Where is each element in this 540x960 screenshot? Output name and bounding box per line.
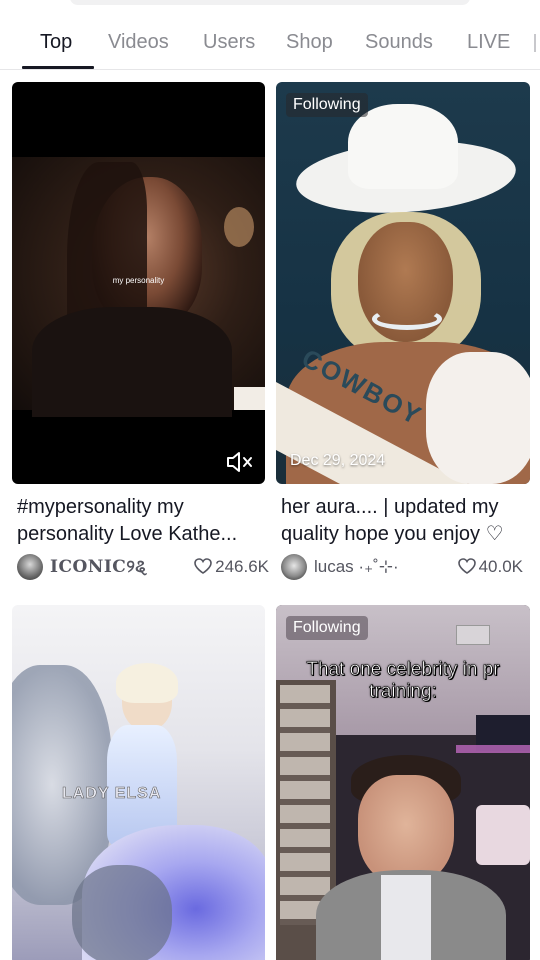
video-meta-1: ICONIC୨ୡ 246.6K <box>17 554 269 582</box>
caption-text: Love Kathe... <box>119 523 238 545</box>
tab-sounds[interactable]: Sounds <box>365 30 433 54</box>
caption-bold-text: my <box>471 496 499 518</box>
username[interactable]: lucas ·₊˚⊹· <box>314 557 399 577</box>
search-tabs: Top Videos Users Shop Sounds LIVE <box>0 20 540 70</box>
like-count-value: 246.6K <box>215 557 269 576</box>
video-thumbnail-3[interactable]: LADY ELSA <box>12 605 265 960</box>
tab-live[interactable]: LIVE <box>467 30 510 54</box>
following-badge: Following <box>286 616 368 640</box>
thumbnail-image-elsa: LADY ELSA <box>12 605 265 960</box>
caption-text: her aura.... | updated <box>281 496 467 518</box>
heart-icon <box>194 558 212 574</box>
avatar[interactable] <box>17 554 43 580</box>
video-thumbnail-4[interactable]: Following That one celebrity in pr train… <box>276 605 530 960</box>
post-date: Dec 29, 2024 <box>290 452 386 469</box>
thumbnail-image-cowgirl: COWBOY <box>276 82 530 484</box>
video-caption-1[interactable]: #mypersonality my personality Love Kathe… <box>17 494 267 548</box>
tab-top[interactable]: Top <box>40 30 72 54</box>
username[interactable]: ICONIC୨ୡ <box>50 557 148 577</box>
tab-shop[interactable]: Shop <box>286 30 333 54</box>
video-overlay-text-1: my personality <box>112 276 165 285</box>
caption-text-continued: quality hope you enjoy ♡ <box>281 523 504 545</box>
video-caption-2[interactable]: her aura.... | updated my quality hope y… <box>281 494 531 548</box>
video-thumbnail-1[interactable]: my personality <box>12 82 265 484</box>
tab-users[interactable]: Users <box>203 30 255 54</box>
tab-videos[interactable]: Videos <box>108 30 169 54</box>
video-overlay-text-4: That one celebrity in pr training: <box>306 659 500 703</box>
video-overlay-text-3: LADY ELSA <box>62 785 162 803</box>
like-count: 246.6K <box>194 557 269 577</box>
following-badge: Following <box>286 93 368 117</box>
video-meta-2: lucas ·₊˚⊹· 40.0K <box>281 554 523 582</box>
heart-icon <box>457 558 476 574</box>
active-tab-indicator <box>22 66 94 69</box>
tab-overflow-edge <box>534 34 538 52</box>
like-count: 40.0K <box>457 557 523 577</box>
like-count-value: 40.0K <box>478 557 523 576</box>
video-thumbnail-2[interactable]: COWBOY Following Dec 29, 2024 <box>276 82 530 484</box>
search-bar-edge[interactable] <box>70 0 470 5</box>
speaker-muted-icon[interactable] <box>225 450 255 474</box>
avatar[interactable] <box>281 554 307 580</box>
